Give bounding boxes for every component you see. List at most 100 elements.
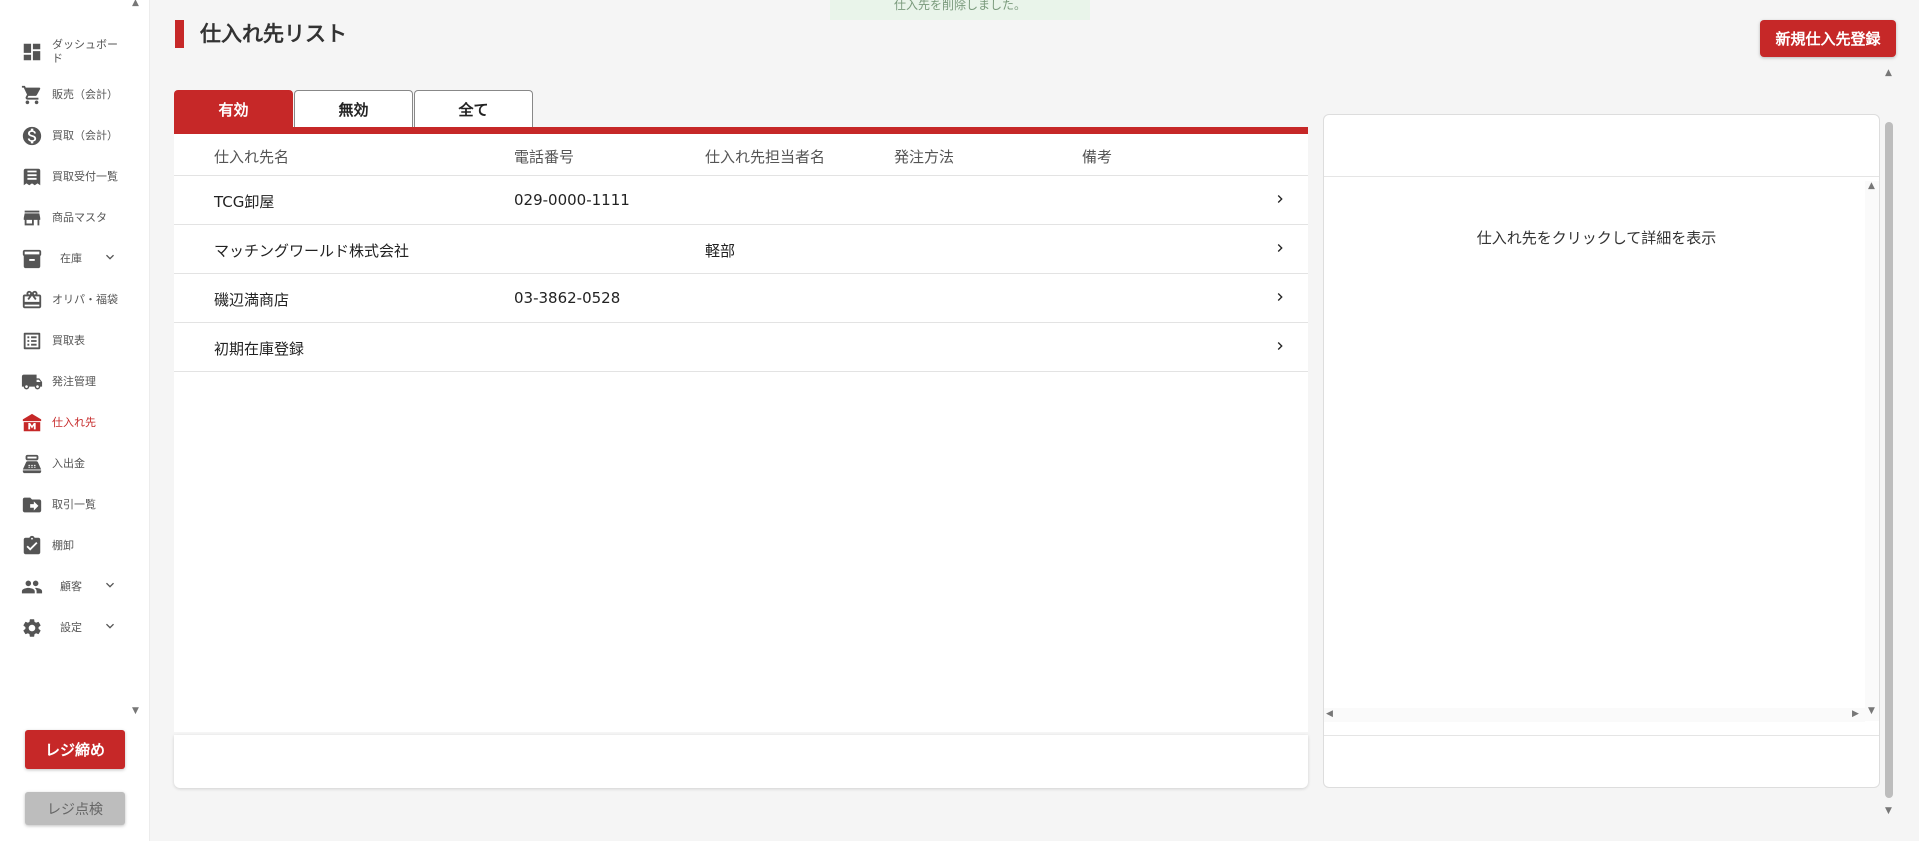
detail-footer <box>1324 735 1879 787</box>
column-header-contact: 仕入れ先担当者名 <box>705 148 826 166</box>
clipboard-check-icon <box>20 534 44 558</box>
chevron-right-icon <box>1272 191 1288 207</box>
list-icon <box>20 329 44 353</box>
new-supplier-button[interactable]: 新規仕入先登録 <box>1760 20 1896 57</box>
cart-icon <box>20 83 44 107</box>
sidebar: ▲ ダッシュボード 販売（会計） 買取（会計） 買取受付一覧 商品マスタ 在庫 <box>0 0 150 841</box>
sidebar-nav: ダッシュボード 販売（会計） 買取（会計） 買取受付一覧 商品マスタ 在庫 オリ… <box>0 30 150 648</box>
page-title: 仕入れ先リスト <box>200 22 347 46</box>
sidebar-item-label: 取引一覧 <box>52 497 96 511</box>
chevron-right-icon <box>1272 289 1288 305</box>
sidebar-item-label: 商品マスタ <box>52 210 107 224</box>
column-header-phone: 電話番号 <box>514 148 575 166</box>
supplier-contact: 軽部 <box>705 242 736 260</box>
sidebar-item-sales[interactable]: 販売（会計） <box>0 74 150 115</box>
sidebar-item-label: 顧客 <box>60 579 82 593</box>
table-row[interactable]: 磯辺満商店 03-3862-0528 <box>174 274 1308 323</box>
scroll-right-icon[interactable]: ▶ <box>1852 709 1859 719</box>
scroll-down-icon[interactable]: ▼ <box>1868 706 1875 716</box>
sidebar-item-products[interactable]: 商品マスタ <box>0 197 150 238</box>
chevron-down-icon[interactable] <box>102 249 118 269</box>
inventory-icon <box>20 247 44 271</box>
sidebar-item-dashboard[interactable]: ダッシュボード <box>0 30 150 74</box>
dollar-icon <box>20 124 44 148</box>
column-header-note: 備考 <box>1082 148 1113 166</box>
column-header-name: 仕入れ先名 <box>214 148 290 166</box>
sidebar-item-label: オリパ・福袋 <box>52 292 118 306</box>
sidebar-item-label: ダッシュボード <box>52 38 118 65</box>
column-header-method: 発注方法 <box>894 148 955 166</box>
title-accent-bar <box>175 20 184 48</box>
tab-inactive[interactable]: 無効 <box>294 90 413 127</box>
detail-horizontal-scrollbar[interactable]: ◀ ▶ <box>1324 708 1865 722</box>
scroll-left-icon[interactable]: ◀ <box>1326 709 1333 719</box>
chevron-right-icon <box>1272 338 1288 354</box>
sidebar-item-customers[interactable]: 顧客 <box>0 566 150 607</box>
gift-icon <box>20 288 44 312</box>
table-header: 仕入れ先名 電話番号 仕入れ先担当者名 発注方法 備考 <box>174 134 1308 176</box>
people-icon <box>20 575 44 599</box>
sidebar-item-label: 設定 <box>60 620 82 634</box>
chevron-right-icon <box>1272 240 1288 256</box>
receipt-icon <box>20 165 44 189</box>
sidebar-item-suppliers[interactable]: 仕入れ先 <box>0 402 150 443</box>
page-scroll-down-icon[interactable]: ▼ <box>1885 806 1892 816</box>
sidebar-item-purchase-receipts[interactable]: 買取受付一覧 <box>0 156 150 197</box>
supplier-icon <box>20 411 44 435</box>
gear-icon <box>20 616 44 640</box>
sidebar-item-label: 販売（会計） <box>52 87 118 101</box>
sidebar-item-label: 入出金 <box>52 456 85 470</box>
supplier-name: 磯辺満商店 <box>214 291 290 309</box>
detail-header <box>1324 115 1879 177</box>
supplier-detail-panel: 仕入れ先をクリックして詳細を表示 ▲ ▼ ◀ ▶ <box>1323 114 1880 788</box>
sidebar-item-label: 仕入れ先 <box>52 415 96 429</box>
tab-all[interactable]: 全て <box>414 90 533 127</box>
page-scroll-up-icon[interactable]: ▲ <box>1885 68 1892 78</box>
truck-icon <box>20 370 44 394</box>
register-icon <box>20 452 44 476</box>
tab-underline <box>174 127 1308 134</box>
detail-vertical-scrollbar[interactable]: ▲ ▼ <box>1865 181 1879 721</box>
sidebar-scroll-down-icon[interactable]: ▼ <box>132 706 139 716</box>
close-register-button[interactable]: レジ締め <box>25 730 125 769</box>
supplier-name: TCG卸屋 <box>214 193 275 211</box>
supplier-table: 仕入れ先名 電話番号 仕入れ先担当者名 発注方法 備考 TCG卸屋 029-00… <box>174 134 1308 732</box>
sidebar-item-stocktake[interactable]: 棚卸 <box>0 525 150 566</box>
sidebar-item-label: 買取表 <box>52 333 85 347</box>
sidebar-item-inventory[interactable]: 在庫 <box>0 238 150 279</box>
success-toast: 仕入先を削除しました。 <box>830 0 1090 20</box>
chevron-down-icon[interactable] <box>102 577 118 597</box>
status-tabs: 有効 無効 全て <box>174 90 534 127</box>
chevron-down-icon[interactable] <box>102 618 118 638</box>
sidebar-item-label: 在庫 <box>60 251 82 265</box>
check-register-button[interactable]: レジ点検 <box>25 792 125 825</box>
folder-arrow-icon <box>20 493 44 517</box>
supplier-name: マッチングワールド株式会社 <box>214 242 410 260</box>
sidebar-item-purchase[interactable]: 買取（会計） <box>0 115 150 156</box>
dashboard-icon <box>20 40 44 64</box>
sidebar-item-transactions[interactable]: 取引一覧 <box>0 484 150 525</box>
table-row[interactable]: 初期在庫登録 <box>174 323 1308 372</box>
sidebar-item-cash[interactable]: 入出金 <box>0 443 150 484</box>
page-scroll-thumb[interactable] <box>1885 122 1893 798</box>
detail-placeholder: 仕入れ先をクリックして詳細を表示 <box>1476 229 1717 247</box>
table-row[interactable]: マッチングワールド株式会社 軽部 <box>174 225 1308 274</box>
sidebar-item-label: 発注管理 <box>52 374 96 388</box>
page-scrollbar[interactable]: ▲ ▼ <box>1882 68 1896 818</box>
sidebar-item-price-list[interactable]: 買取表 <box>0 320 150 361</box>
tab-active[interactable]: 有効 <box>174 90 293 127</box>
scroll-up-icon[interactable]: ▲ <box>1868 181 1875 191</box>
sidebar-item-label: 棚卸 <box>52 538 74 552</box>
supplier-phone: 03-3862-0528 <box>514 289 621 307</box>
sidebar-item-label: 買取（会計） <box>52 128 118 142</box>
sidebar-item-label: 買取受付一覧 <box>52 169 118 183</box>
supplier-name: 初期在庫登録 <box>214 340 305 358</box>
table-row[interactable]: TCG卸屋 029-0000-1111 <box>174 176 1308 225</box>
sidebar-scroll-up-icon[interactable]: ▲ <box>132 0 139 8</box>
sidebar-item-oripa[interactable]: オリパ・福袋 <box>0 279 150 320</box>
sidebar-item-orders[interactable]: 発注管理 <box>0 361 150 402</box>
supplier-phone: 029-0000-1111 <box>514 191 630 209</box>
sidebar-item-settings[interactable]: 設定 <box>0 607 150 648</box>
table-footer <box>174 735 1308 788</box>
store-icon <box>20 206 44 230</box>
